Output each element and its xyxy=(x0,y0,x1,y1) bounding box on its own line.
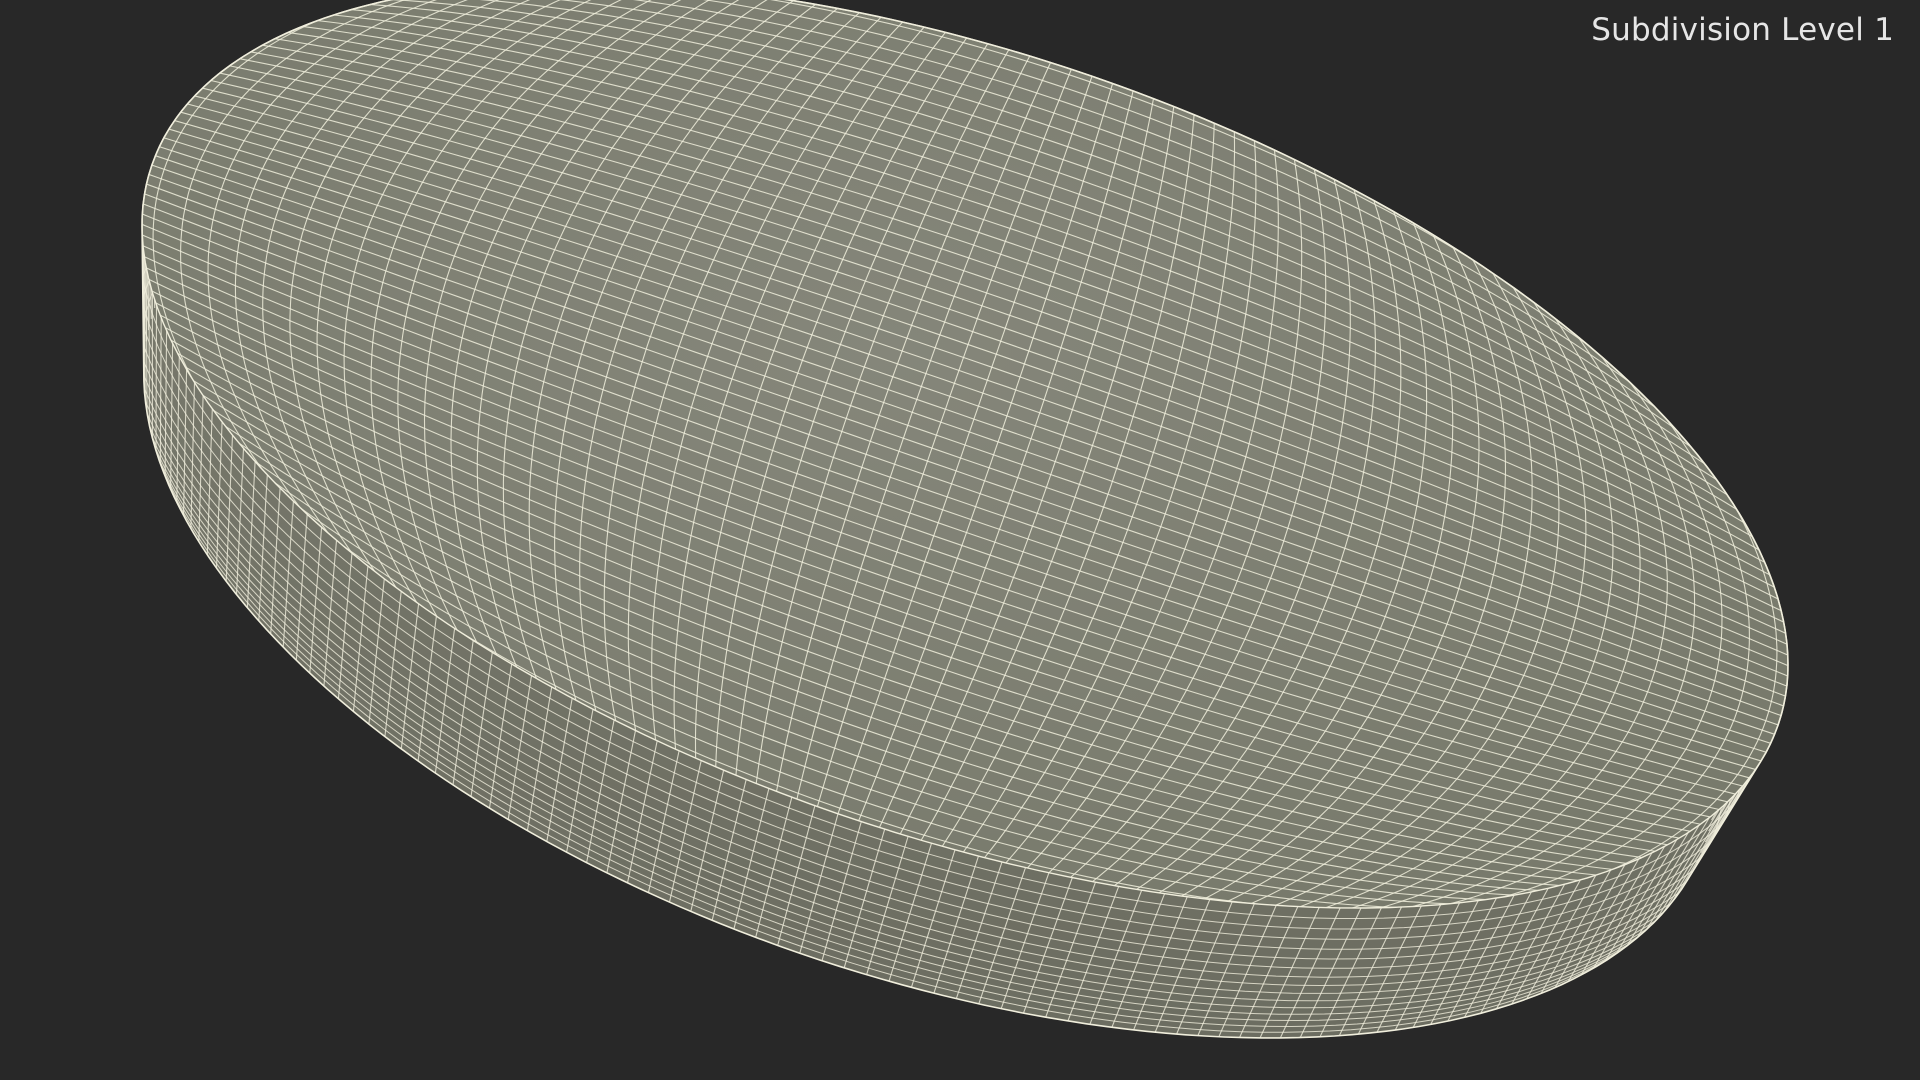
wire-edge xyxy=(155,305,158,451)
wireframe-mesh-render xyxy=(141,0,1789,1039)
subdivision-level-label: Subdivision Level 1 xyxy=(1591,12,1894,48)
render-viewport: Subdivision Level 1 xyxy=(0,0,1920,1080)
